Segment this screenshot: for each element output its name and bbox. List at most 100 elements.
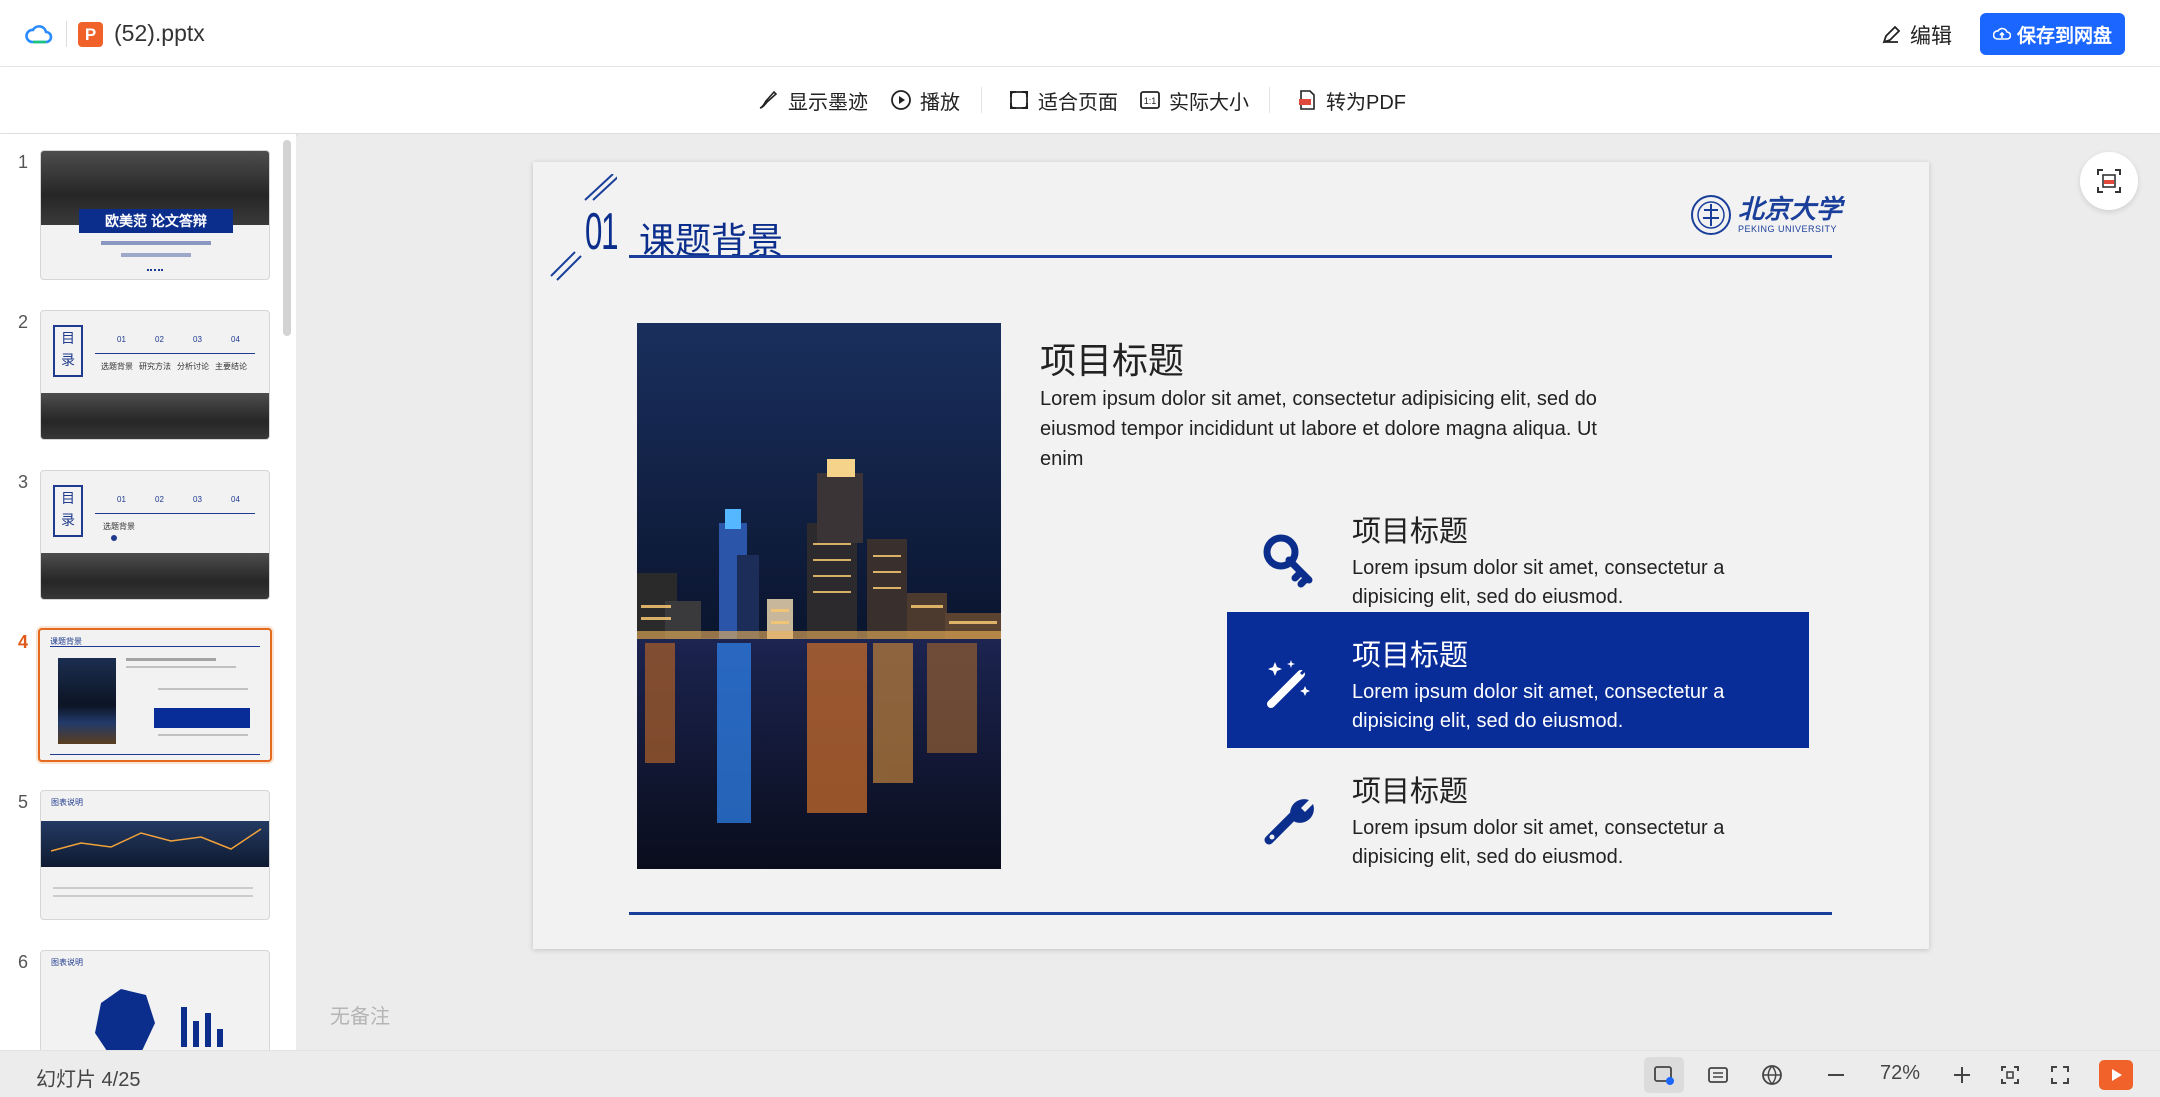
slide-view-icon [1654,1066,1674,1085]
fit-page-button[interactable]: 适合页面 [1008,86,1118,114]
thumb-title: 目录 [53,325,83,377]
fullscreen-icon [2051,1066,2069,1084]
save-label: 保存到网盘 [2016,25,2112,47]
globe-icon [1762,1065,1782,1085]
feature-item: 项目标题 Lorem ipsum dolor sit amet, consect… [1227,748,1809,884]
section-number: 01 [585,203,619,261]
photo-strip [41,553,269,599]
minus-icon [1828,1074,1844,1076]
slide-preview[interactable]: 图表说明 [40,950,270,1050]
thumb-marker [111,535,117,541]
slideshow-button[interactable] [2099,1060,2133,1090]
fit-window-icon [2001,1066,2019,1084]
university-seal-icon [1691,195,1731,235]
status-bar: 幻灯片 4/25 72% [0,1050,2160,1097]
thumb-line [121,253,191,257]
notes-view-button[interactable] [1698,1057,1738,1093]
divider [66,21,67,47]
thumb-line [50,646,260,647]
thumb-photo [58,658,116,744]
web-view-button[interactable] [1752,1057,1792,1093]
item-heading: 项目标题 [1352,640,1469,672]
thumb-highlight [154,708,250,728]
fullscreen-button[interactable] [2040,1057,2080,1093]
thumb-title: 欧美范 论文答辩 [79,209,233,233]
zoom-in-button[interactable] [1942,1057,1982,1093]
slide-preview[interactable]: 目录 01 02 03 04 选题背景 [40,470,270,600]
thumb-map [95,989,155,1050]
toolbar-divider [981,87,982,113]
main-heading: 项目标题 [1040,340,1185,381]
slide-preview-active[interactable]: 课题背景 [38,628,272,762]
thumbnail-6[interactable]: 6 图表说明 [0,934,282,1050]
edit-label: 编辑 [1910,25,1952,48]
file-name: (52).pptx [114,20,205,46]
slide-preview[interactable]: 图表说明 [40,790,270,920]
thumb-timeline [95,513,255,514]
thumb-dots [147,269,163,272]
item-body: Lorem ipsum dolor sit amet, consectetur … [1352,681,1725,732]
zoom-level: 72% [1880,1062,1921,1084]
actual-size-button[interactable]: 1:1 实际大小 [1139,86,1249,114]
feature-item-highlighted: 项目标题 Lorem ipsum dolor sit amet, consect… [1227,612,1809,748]
thumbnail-1[interactable]: 1 欧美范 论文答辩 [0,134,282,280]
city-night-photo [637,323,1001,869]
play-button[interactable]: 播放 [890,86,960,114]
key-icon [1263,534,1313,588]
magic-wand-icon [1267,660,1310,708]
show-ink-button[interactable]: 显示墨迹 [756,86,868,114]
thumbnail-5[interactable]: 5 图表说明 [0,774,282,920]
logo-subtext: PEKING UNIVERSITY [1738,224,1838,234]
main-body: Lorem ipsum dolor sit amet, consectetur … [1040,388,1597,470]
item-body: Lorem ipsum dolor sit amet, consectetur … [1352,557,1725,608]
keyboard-icon [1708,1067,1728,1083]
slide-counter: 幻灯片 4/25 [36,1069,141,1091]
logo-text: 北京大学 [1738,195,1843,225]
thumbnail-3[interactable]: 3 目录 01 02 03 04 选题背景 [0,454,282,600]
current-slide: 01 课题背景 北京大学 PEKING UNIVERSITY 项目标题 Lore… [533,162,1929,949]
toolbar-divider [1269,87,1270,113]
thumb-line-chart [50,828,262,852]
thumbnail-4[interactable]: 4 课题背景 [0,614,282,762]
slide-thumbnail-panel: 1 欧美范 论文答辩 2 目录 01 02 03 04 选题背景 研究方法 分析 [0,134,296,1050]
thumbnail-scrollbar[interactable] [283,140,291,336]
thumbnail-2[interactable]: 2 目录 01 02 03 04 选题背景 研究方法 分析讨论 主要结论 [0,294,282,440]
play-icon [891,90,911,110]
pdf-icon [1299,90,1315,110]
bottom-rule [629,912,1832,915]
fit-window-button[interactable] [1990,1057,2030,1093]
slide-preview[interactable]: 目录 01 02 03 04 选题背景 研究方法 分析讨论 主要结论 [40,310,270,440]
fit-page-icon [1010,91,1028,109]
edit-button[interactable]: 编辑 [1880,18,1952,52]
item-body: Lorem ipsum dolor sit amet, consectetur … [1352,817,1725,868]
thumb-line [50,754,260,755]
item-heading: 项目标题 [1352,776,1469,808]
plus-icon [1954,1067,1970,1083]
wrench-icon [1264,799,1314,845]
thumb-timeline [95,353,255,354]
view-toolbar: 显示墨迹 播放 适合页面 1:1 实际大小 转为PDF [0,67,2160,133]
export-pdf-float-button[interactable] [2080,152,2138,210]
thumb-line [101,241,211,245]
speaker-notes[interactable]: 无备注 [330,1000,390,1029]
cloud-icon[interactable] [24,20,54,50]
actual-size-icon: 1:1 [1140,91,1160,109]
ink-icon [759,90,778,109]
upload-cloud-icon [1992,27,2011,40]
pdf-scan-icon [2097,169,2121,193]
title-bar: P (52).pptx 编辑 保存到网盘 [0,0,2160,67]
item-heading: 项目标题 [1352,516,1469,548]
thumb-title: 目录 [53,485,83,537]
slide-preview[interactable]: 欧美范 论文答辩 [40,150,270,280]
pptx-file-icon: P [78,22,103,47]
feature-item: 项目标题 Lorem ipsum dolor sit amet, consect… [1227,488,1809,624]
normal-view-button[interactable] [1644,1057,1684,1093]
convert-pdf-button[interactable]: 转为PDF [1296,86,1406,114]
photo-strip [41,393,269,439]
title-underline [629,255,1832,258]
svg-text:1:1: 1:1 [1144,96,1157,106]
save-to-cloud-button[interactable]: 保存到网盘 [1980,13,2125,55]
play-icon [2112,1069,2122,1081]
zoom-out-button[interactable] [1816,1057,1856,1093]
pencil-icon [1882,25,1901,44]
